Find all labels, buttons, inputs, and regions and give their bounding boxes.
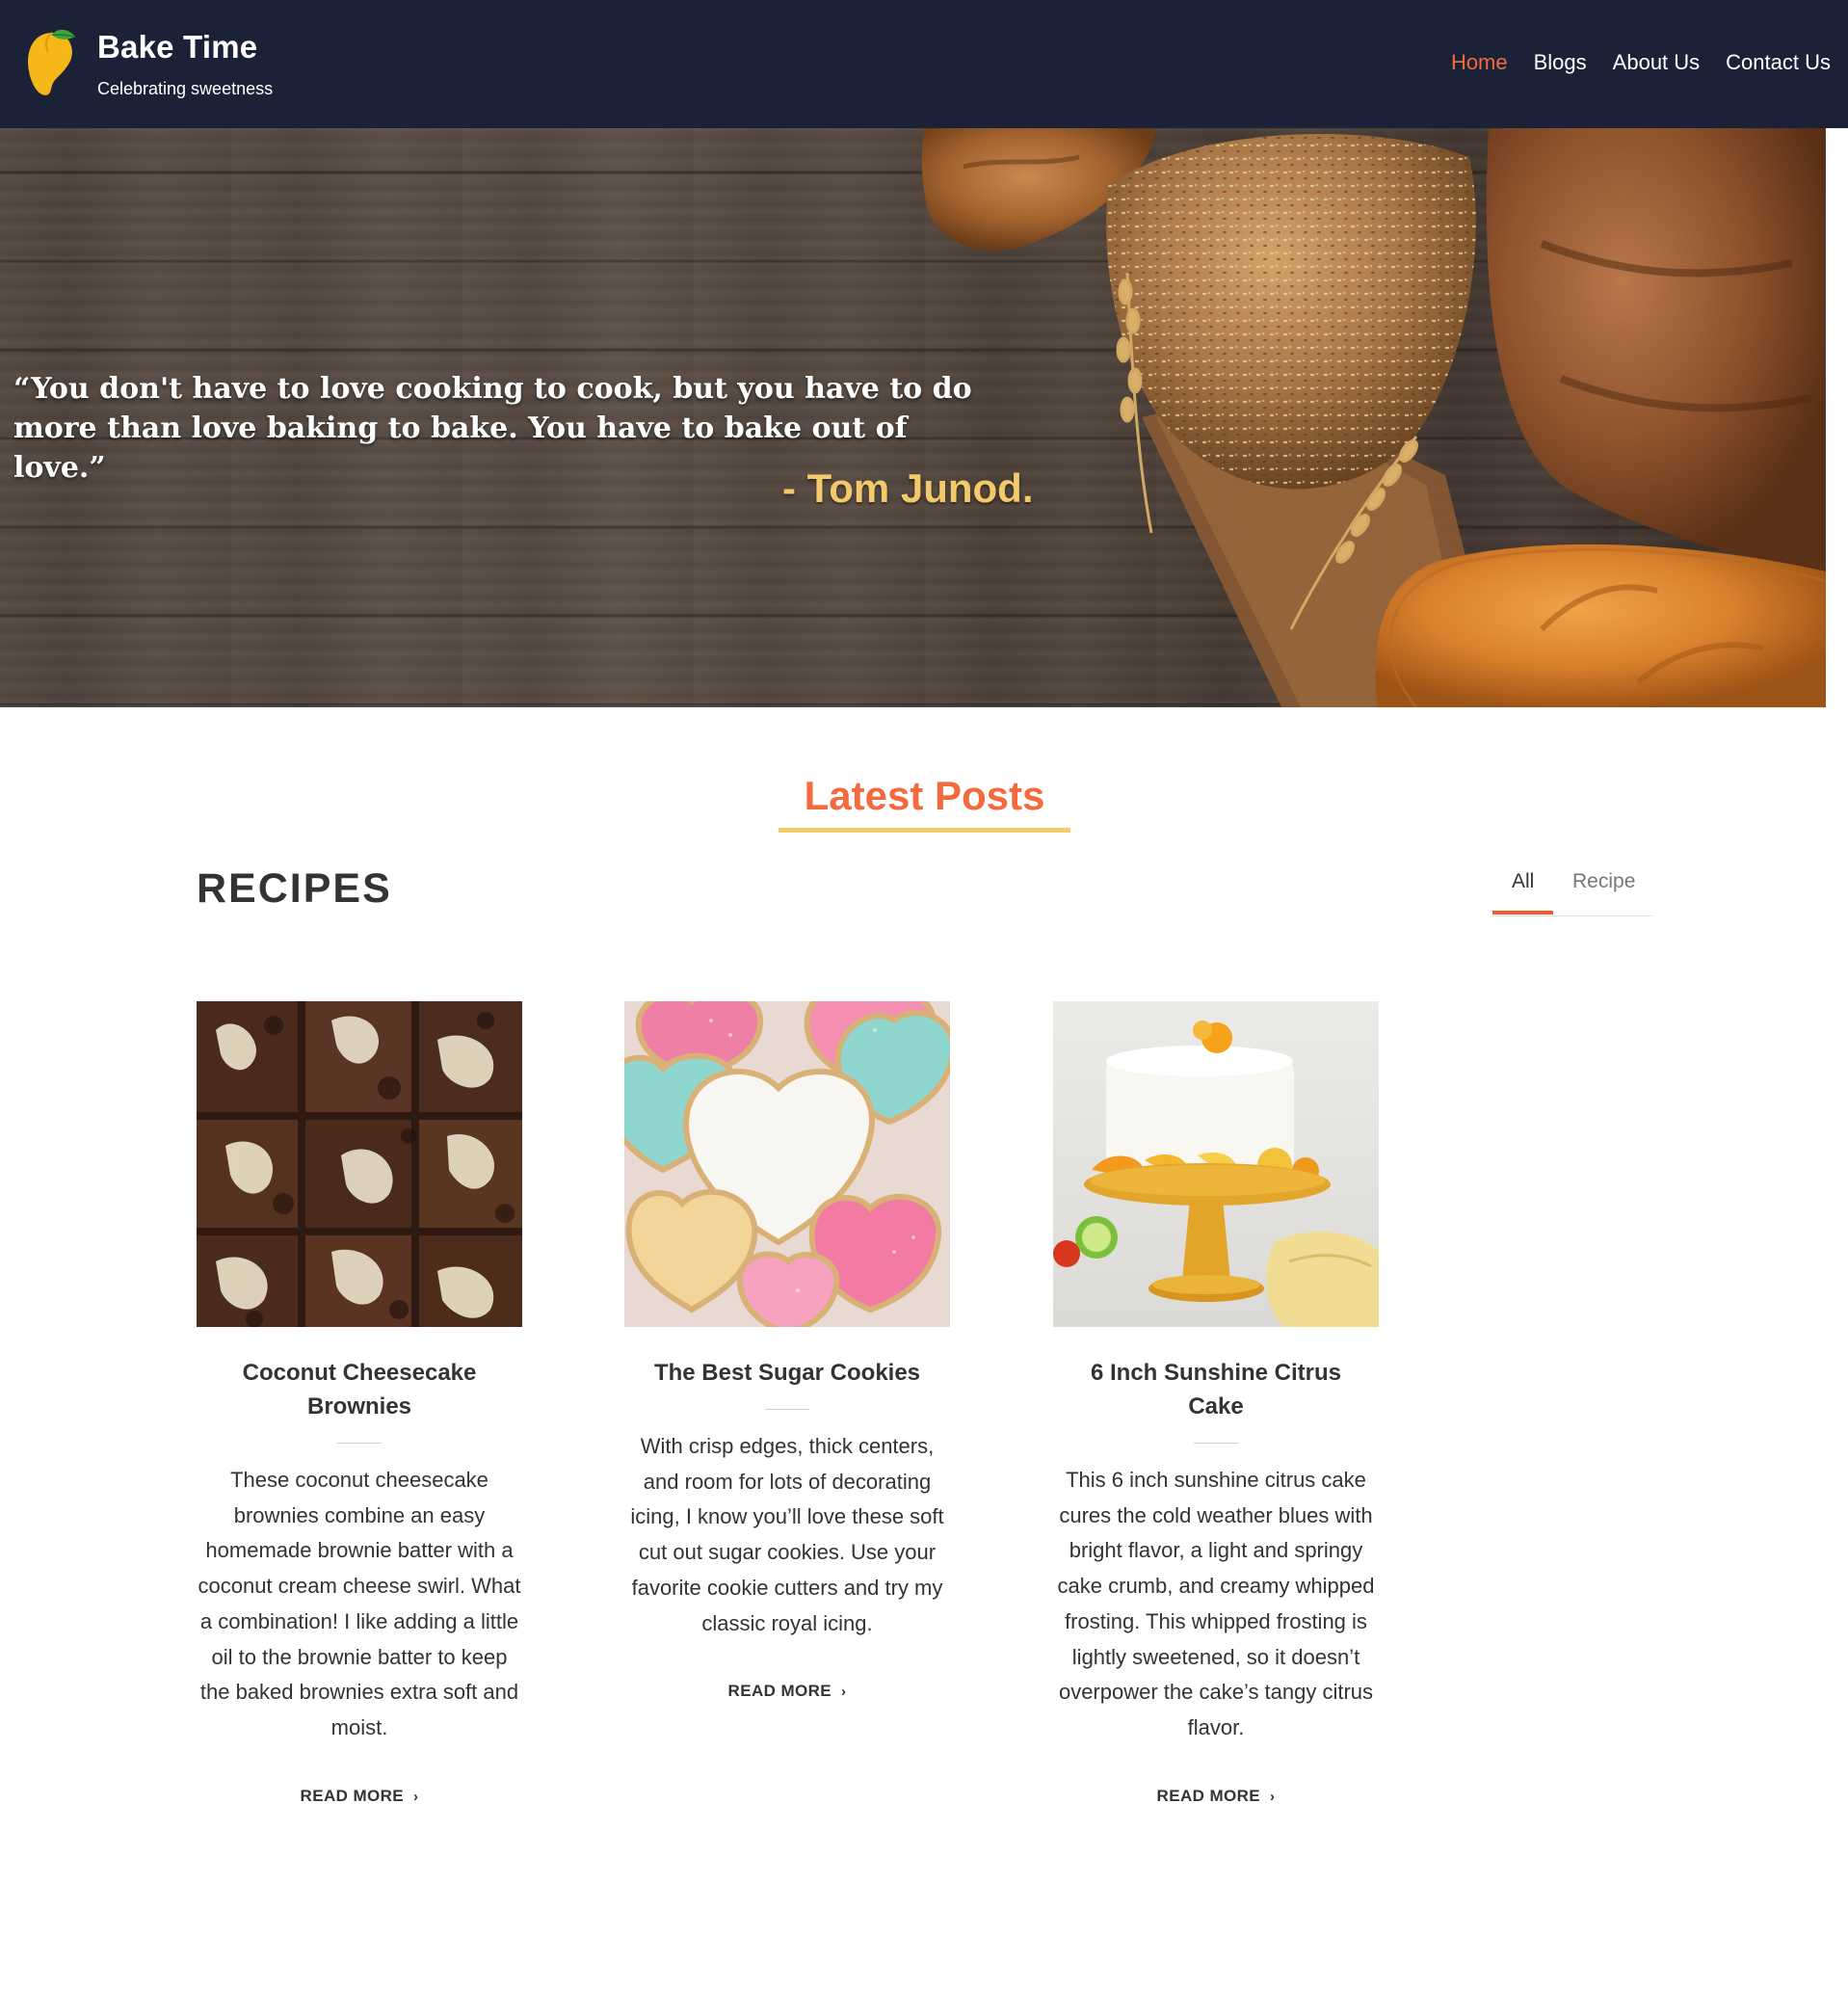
nav-home[interactable]: Home [1451,50,1508,75]
read-more-label: READ MORE [300,1786,405,1805]
read-more-label: READ MORE [1156,1786,1261,1805]
read-more-link[interactable]: READ MORE › [197,1787,522,1806]
post-card: Coconut Cheesecake Brownies These coconu… [197,1001,522,1806]
site-header: Bake Time Celebrating sweetness Home Blo… [0,0,1848,128]
read-more-link[interactable]: READ MORE › [624,1682,950,1701]
chevron-right-icon: › [1270,1788,1276,1805]
nav-blogs[interactable]: Blogs [1534,50,1587,75]
main-nav: Home Blogs About Us Contact Us [1451,50,1831,75]
brownies-photo[interactable] [197,1001,522,1327]
post-card: 6 Inch Sunshine Citrus Cake This 6 inch … [1053,1001,1379,1806]
brand-title[interactable]: Bake Time [97,29,257,66]
chevron-right-icon: › [413,1788,419,1805]
card-description: These coconut cheesecake brownies combin… [198,1468,521,1739]
card-divider [337,1443,382,1444]
chevron-right-icon: › [841,1684,847,1701]
card-title[interactable]: Coconut Cheesecake Brownies [197,1356,522,1423]
hero-banner: “You don't have to love cooking to cook,… [0,128,1826,707]
sugar-cookies-photo[interactable] [624,1001,950,1327]
quote-author: - Tom Junod. [782,465,1034,511]
tab-recipe[interactable]: Recipe [1572,870,1635,893]
nav-contact-us[interactable]: Contact Us [1726,50,1831,75]
tab-all[interactable]: All [1512,870,1534,893]
category-heading: RECIPES [197,865,392,912]
card-divider [1194,1443,1238,1444]
read-more-link[interactable]: READ MORE › [1053,1787,1379,1806]
nav-about-us[interactable]: About Us [1613,50,1701,75]
card-description: With crisp edges, thick centers, and roo… [630,1434,944,1635]
active-tab-indicator [1492,911,1553,915]
card-divider [765,1409,809,1410]
read-more-label: READ MORE [727,1682,832,1701]
post-card: The Best Sugar Cookies With crisp edges,… [624,1001,950,1701]
section-title-underline [779,828,1070,833]
card-title[interactable]: 6 Inch Sunshine Citrus Cake [1053,1356,1379,1423]
section-title: Latest Posts [804,773,1045,818]
filter-tabs: All Recipe [1492,864,1652,916]
citrus-cake-photo[interactable] [1053,1001,1379,1327]
brand-tagline: Celebrating sweetness [97,79,274,98]
mango-logo-icon[interactable] [23,27,77,100]
card-description: This 6 inch sunshine citrus cake cures t… [1057,1468,1375,1739]
card-title[interactable]: The Best Sugar Cookies [624,1356,950,1390]
